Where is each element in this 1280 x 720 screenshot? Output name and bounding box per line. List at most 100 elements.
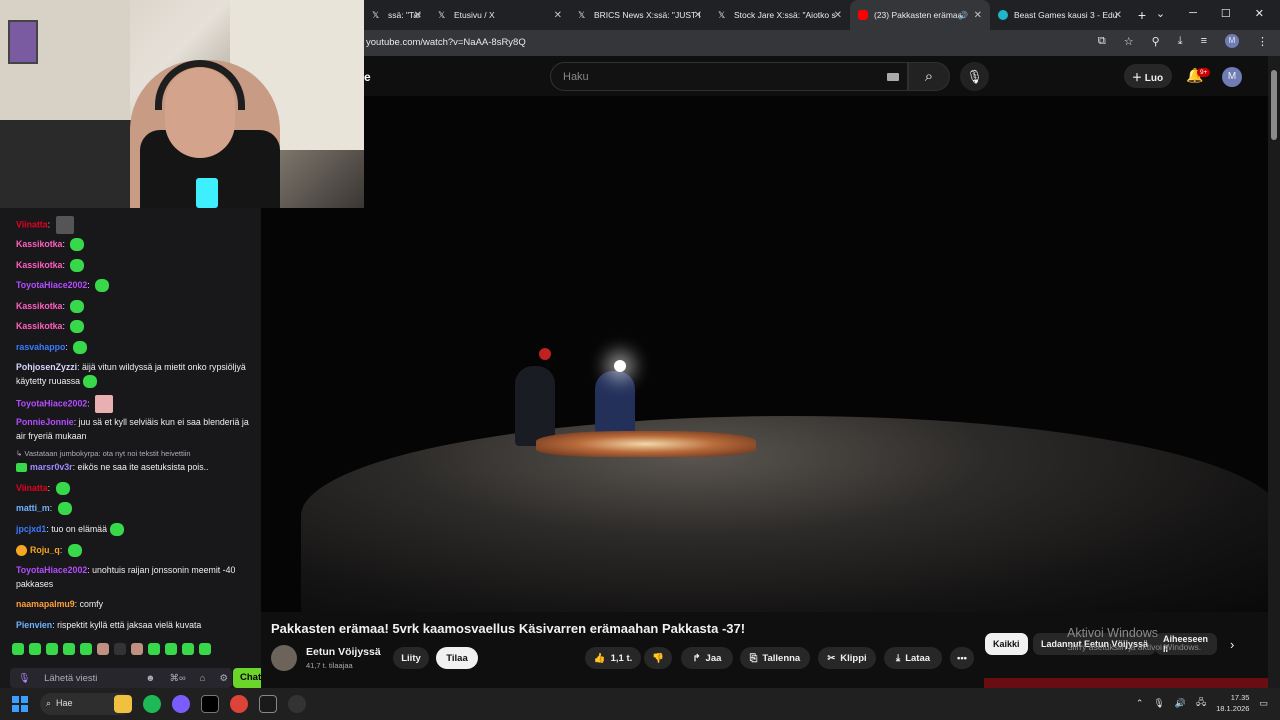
chat-username[interactable]: jpcjxd1 xyxy=(16,524,46,534)
mic-icon[interactable]: 🎙 xyxy=(1153,698,1164,709)
share-button[interactable]: ↱ Jaa xyxy=(681,647,733,669)
subscribe-button[interactable]: Tilaa xyxy=(436,647,478,669)
youtube-logo[interactable]: e xyxy=(364,70,371,84)
browser-tab[interactable]: 𝕏 Stock Jare X:ssä: "Aiotko s ✕ xyxy=(710,0,850,30)
channel-name[interactable]: Eetun Vöijyssä xyxy=(306,646,381,658)
notion-icon[interactable] xyxy=(259,695,277,713)
chat-username[interactable]: PohjosenZyzzi xyxy=(16,362,77,372)
chat-username[interactable]: ToyotaHiace2002 xyxy=(16,398,87,408)
chat-username[interactable]: Kassikotka xyxy=(16,321,62,331)
chrome-icon[interactable] xyxy=(230,695,248,713)
clock[interactable]: 17.35 18.1.2026 xyxy=(1216,692,1249,714)
obs-icon[interactable] xyxy=(288,695,306,713)
notification-icon[interactable]: ▭ xyxy=(1259,698,1268,709)
search-icon[interactable]: ⌕ xyxy=(908,62,950,91)
chat-username[interactable]: matti_m xyxy=(16,503,50,513)
page-scrollbar[interactable] xyxy=(1268,56,1280,688)
like-button[interactable]: 👍 1,1 t. xyxy=(585,647,641,669)
maximize-button[interactable]: ☐ xyxy=(1221,7,1231,20)
filter-chip[interactable]: Kaikki xyxy=(985,633,1028,655)
channel-avatar[interactable] xyxy=(271,645,297,671)
bookmark-star-icon[interactable]: ☆ xyxy=(1124,35,1134,48)
chat-send-button[interactable]: Chat xyxy=(233,668,261,688)
chat-username[interactable]: Roju_q xyxy=(30,545,60,555)
emote-bar[interactable] xyxy=(12,643,211,661)
browser-tab[interactable]: 𝕏ssä: "Tar ✕ xyxy=(364,0,430,30)
next-video-thumbnail[interactable] xyxy=(984,678,1268,688)
emote-icon[interactable] xyxy=(95,395,114,413)
join-button[interactable]: Liity xyxy=(393,647,429,669)
url-text[interactable]: youtube.com/watch?v=NaAA-8sRy8Q xyxy=(366,37,526,48)
create-button[interactable]: ＋ Luo xyxy=(1124,64,1172,88)
chat-username[interactable]: PonnieJonnie xyxy=(16,417,74,427)
more-actions-button[interactable]: ••• xyxy=(950,647,974,669)
store-icon[interactable]: ⌂ xyxy=(200,673,206,684)
extensions-icon[interactable]: ⚲ xyxy=(1152,35,1160,48)
close-tab-icon[interactable]: ✕ xyxy=(414,10,422,21)
close-tab-icon[interactable]: ✕ xyxy=(694,10,702,21)
emote-icon[interactable] xyxy=(55,216,74,234)
windows-start-icon[interactable] xyxy=(12,696,28,712)
browser-tab[interactable]: (23) Pakkasten erämaa 🔊 ✕ xyxy=(850,0,990,30)
menu-icon[interactable]: ⋮ xyxy=(1257,35,1268,48)
emote-icon[interactable] xyxy=(57,502,72,516)
emote-icon[interactable] xyxy=(83,375,98,389)
emote-icon[interactable] xyxy=(70,320,85,334)
emote-icon[interactable] xyxy=(67,544,82,558)
clip-button[interactable]: ✂ Klippi xyxy=(818,647,876,669)
media-icon[interactable]: ≡ xyxy=(1201,35,1207,47)
minimize-button[interactable]: ─ xyxy=(1189,7,1197,20)
chat-input[interactable]: 🎙 Lähetä viesti ☻ ⌘∞ ⌂ ⚙ xyxy=(10,668,232,688)
chat-username[interactable]: Pienvien xyxy=(16,620,52,630)
bits-icon[interactable]: ⌘∞ xyxy=(169,673,185,684)
network-icon[interactable]: 🖧 xyxy=(1196,695,1206,711)
emote-icon[interactable] xyxy=(95,279,110,293)
emote-icon[interactable] xyxy=(70,300,85,314)
chat-username[interactable]: Kassikotka xyxy=(16,260,62,270)
emoji-icon[interactable]: ☻ xyxy=(145,673,155,684)
emote-icon[interactable] xyxy=(70,238,85,252)
chat-username[interactable]: Kassikotka xyxy=(16,301,62,311)
close-tab-icon[interactable]: ✕ xyxy=(834,10,842,21)
mic-icon[interactable]: 🎙 xyxy=(960,62,989,91)
chat-username[interactable]: rasvahappo xyxy=(16,342,65,352)
chat-username[interactable]: ToyotaHiace2002 xyxy=(16,565,87,575)
emote-icon[interactable] xyxy=(73,341,88,355)
address-bar[interactable]: youtube.com/watch?v=NaAA-8sRy8Q ⧉ ☆ ⚲ ⤓ … xyxy=(364,30,1280,56)
tab-search-icon[interactable]: ⌄ xyxy=(1156,7,1165,20)
volume-icon[interactable]: 🔊 xyxy=(1175,698,1186,709)
speaker-icon[interactable]: 🔊 xyxy=(958,11,968,20)
search-input[interactable]: Haku xyxy=(550,62,908,91)
new-tab-button[interactable]: + xyxy=(1130,0,1154,30)
file-explorer-icon[interactable] xyxy=(114,695,132,713)
close-tab-icon[interactable]: ✕ xyxy=(554,10,562,21)
keyboard-icon[interactable] xyxy=(887,73,899,81)
dislike-button[interactable]: 👎 xyxy=(644,647,672,669)
emote-icon[interactable] xyxy=(55,482,70,496)
chat-username[interactable]: Viinatta xyxy=(16,483,48,493)
close-button[interactable]: ✕ xyxy=(1255,7,1264,20)
download-button[interactable]: ⤓ Lataa xyxy=(884,647,942,669)
save-button[interactable]: ⎘ Tallenna xyxy=(740,647,810,669)
profile-avatar[interactable]: M xyxy=(1225,34,1239,48)
x-app-icon[interactable] xyxy=(201,695,219,713)
close-tab-icon[interactable]: ✕ xyxy=(974,10,982,21)
downloads-icon[interactable]: ⤓ xyxy=(1178,35,1183,48)
avatar[interactable]: M xyxy=(1222,67,1242,87)
video-player[interactable] xyxy=(261,96,1268,612)
chat-username[interactable]: marsr0v3r xyxy=(30,462,73,472)
chat-username[interactable]: naamapalmu9 xyxy=(16,599,75,609)
mic-icon[interactable]: 🎙 xyxy=(18,673,30,684)
emote-icon[interactable] xyxy=(70,259,85,273)
chat-username[interactable]: Viinatta xyxy=(16,219,48,229)
discord-icon[interactable] xyxy=(172,695,190,713)
browser-tab[interactable]: Beast Games kausi 3 - Edu ✕ xyxy=(990,0,1130,30)
spotify-icon[interactable] xyxy=(143,695,161,713)
chevron-right-icon[interactable]: › xyxy=(1230,637,1234,652)
chevron-up-icon[interactable]: ⌃ xyxy=(1136,698,1144,709)
gear-icon[interactable]: ⚙ xyxy=(219,673,232,684)
browser-tab[interactable]: 𝕏 BRICS News X:ssä: "JUST I ✕ xyxy=(570,0,710,30)
emote-icon[interactable] xyxy=(109,523,124,537)
cast-icon[interactable]: ⧉ xyxy=(1098,35,1106,48)
chat-username[interactable]: ToyotaHiace2002 xyxy=(16,280,87,290)
